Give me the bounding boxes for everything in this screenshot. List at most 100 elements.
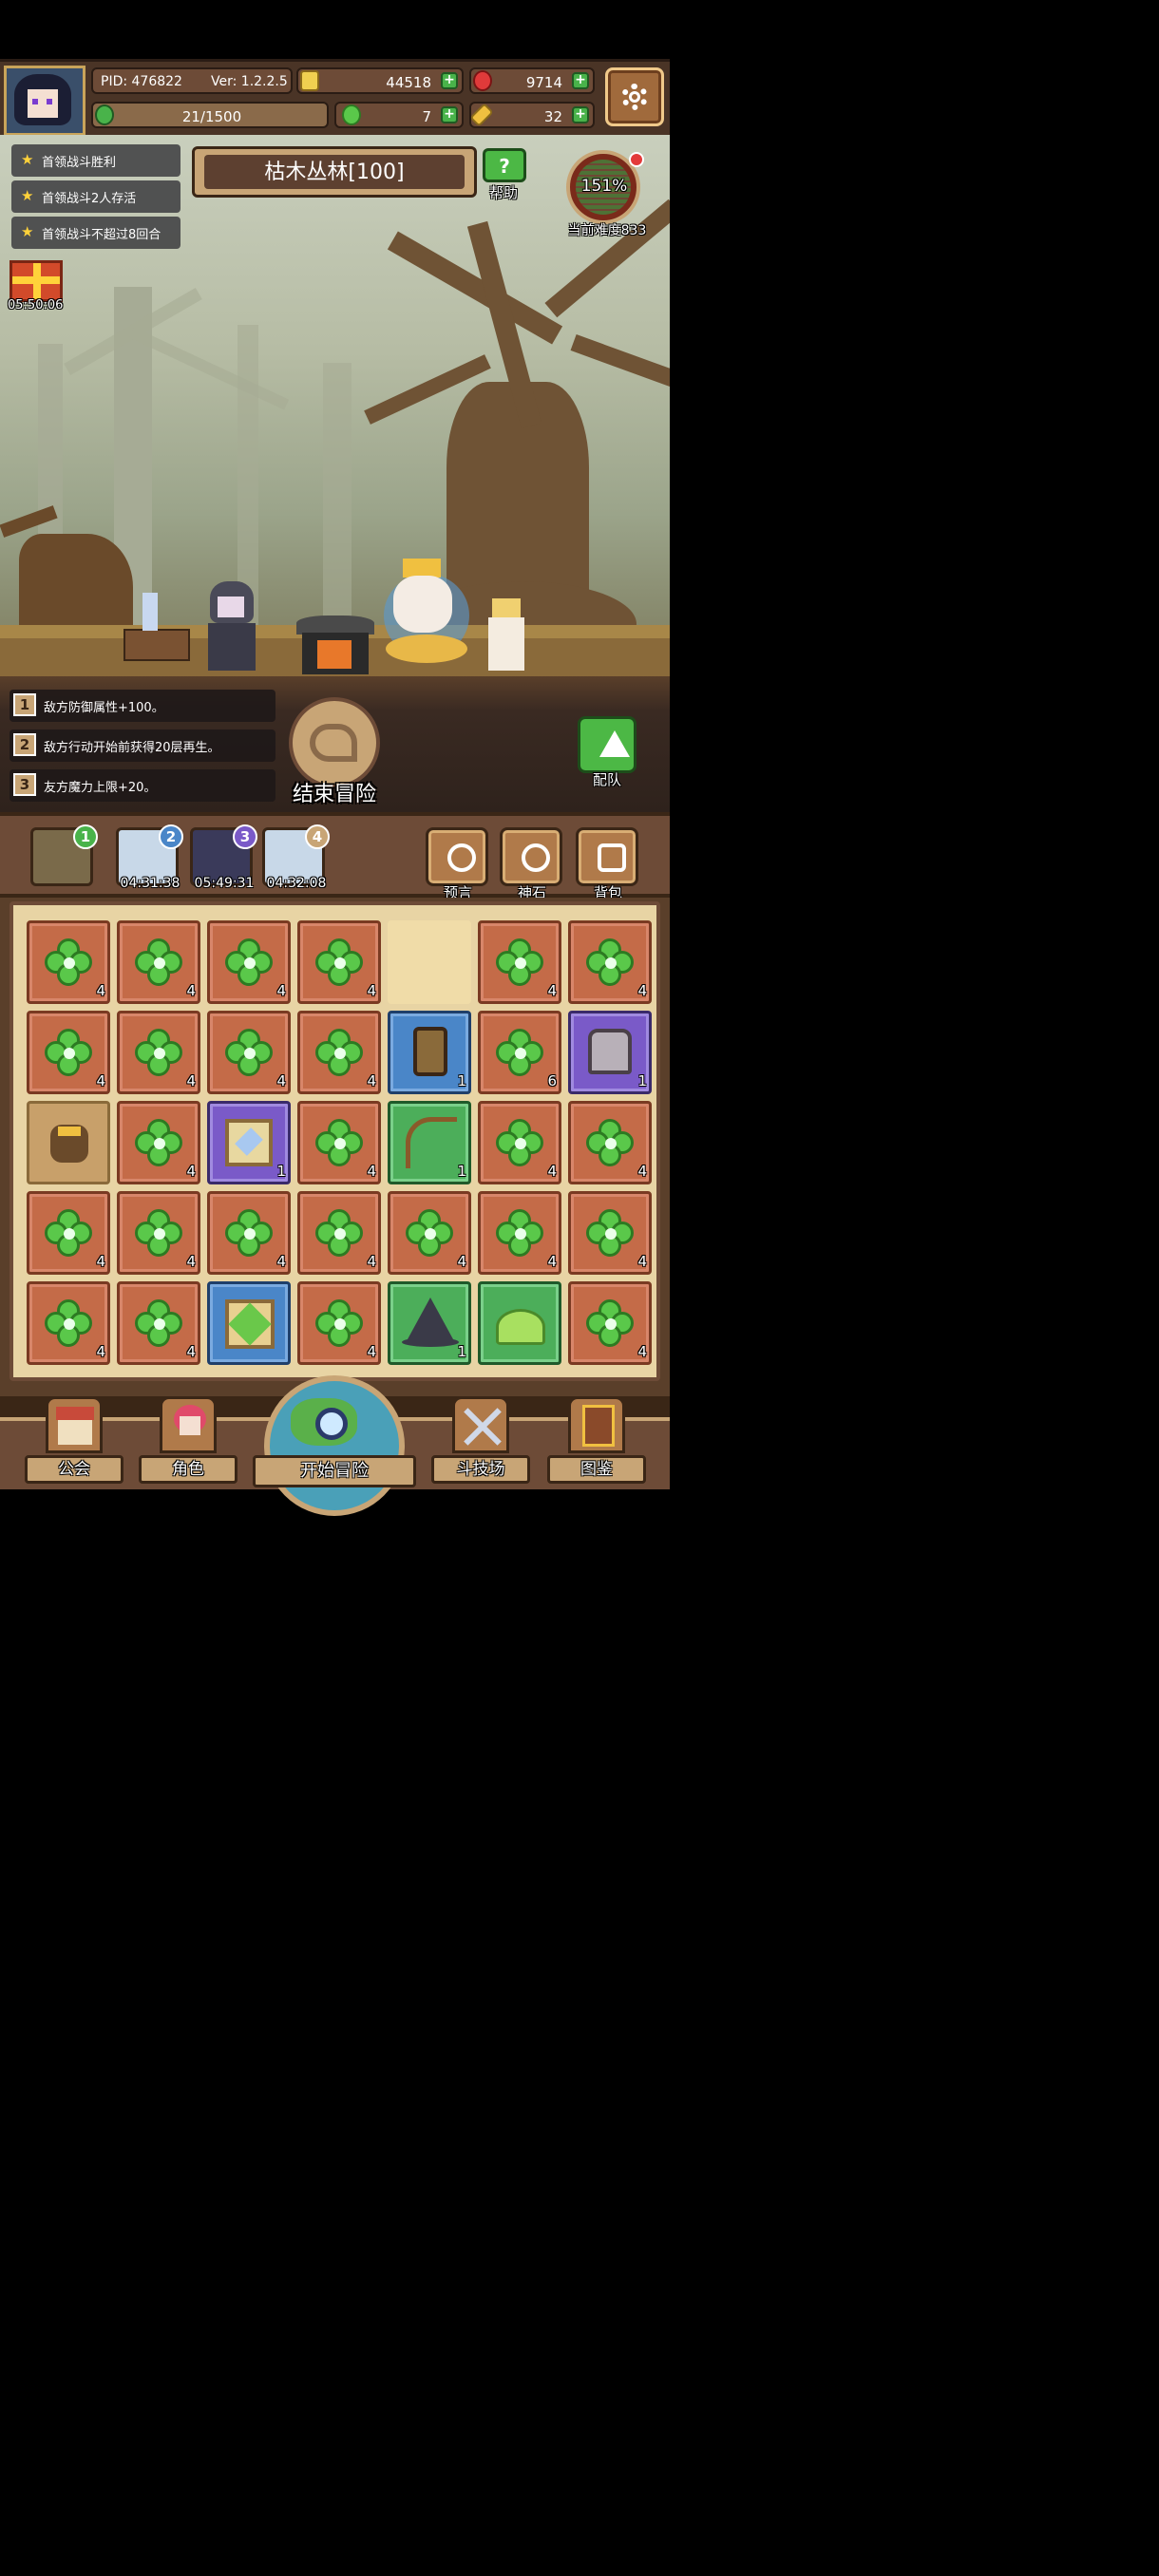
inventory-slot[interactable] (27, 1101, 110, 1184)
inventory-slot[interactable]: 4 (27, 1191, 110, 1275)
add-gold-button[interactable]: + (441, 72, 458, 89)
item-count: 4 (186, 982, 196, 999)
book-icon (568, 1396, 625, 1453)
crate (124, 629, 190, 661)
nav-guild-button[interactable]: 公会 (25, 1396, 124, 1487)
team-icon (599, 730, 630, 757)
item-count: 4 (547, 982, 557, 999)
inventory-slot[interactable]: 4 (27, 1281, 110, 1365)
question-icon: ? (499, 155, 510, 178)
add-clover-button[interactable]: + (441, 106, 458, 123)
inventory-slot[interactable]: 4 (297, 920, 381, 1004)
inventory-slot[interactable]: 1 (388, 1281, 471, 1365)
gift-box-button[interactable] (10, 260, 63, 302)
magnifier-icon (315, 1408, 348, 1440)
inventory-slot[interactable]: 4 (297, 1191, 381, 1275)
settings-button[interactable] (605, 67, 664, 126)
inventory-slot[interactable]: 4 (568, 1191, 652, 1275)
nav-start-adventure-button[interactable]: 开始冒险 (253, 1375, 416, 1516)
empty-slot[interactable] (388, 920, 471, 1004)
inventory-slot[interactable]: 4 (117, 1101, 200, 1184)
clover-icon (315, 1119, 365, 1168)
clover-icon (496, 1209, 545, 1259)
inventory-slot[interactable]: 4 (478, 1101, 561, 1184)
battle-scene: ★ 首领战斗胜利 ★ 首领战斗2人存活 ★ 首领战斗不超过8回合 05:50:0… (0, 135, 670, 676)
bow-icon (406, 1117, 457, 1168)
clover-icon (586, 1209, 636, 1259)
item-count: 4 (186, 1163, 196, 1180)
item-count: 4 (276, 982, 286, 999)
prophecy-button[interactable]: 预言 (424, 827, 492, 901)
inventory-slot[interactable]: 4 (478, 920, 561, 1004)
map-thumbnail[interactable]: 4 04:32:08 (262, 824, 330, 891)
nav-codex-button[interactable]: 图鉴 (547, 1396, 646, 1487)
inventory-slot[interactable]: 4 (478, 1191, 561, 1275)
team-setup-button[interactable]: 配队 (574, 716, 640, 788)
inventory-slot[interactable]: 4 (297, 1281, 381, 1365)
item-count: 4 (547, 1253, 557, 1270)
witch-hat-icon (408, 1297, 453, 1339)
effect-item: 1 敌方防御属性+100。 (10, 690, 276, 722)
add-keys-button[interactable]: + (572, 106, 589, 123)
effect-item: 2 敌方行动开始前获得20层再生。 (10, 729, 276, 762)
inventory-slot[interactable] (207, 1281, 291, 1365)
clover-icon (406, 1209, 455, 1259)
difficulty-label: 当前难度833 (567, 223, 647, 238)
inventory-slot[interactable]: 4 (27, 1011, 110, 1094)
inventory-slot[interactable]: 4 (117, 1011, 200, 1094)
inventory-slot[interactable]: 1 (388, 1011, 471, 1094)
nav-character-button[interactable]: 角色 (139, 1396, 238, 1487)
inventory-slot[interactable]: 1 (568, 1011, 652, 1094)
inventory-slot[interactable]: 4 (117, 1191, 200, 1275)
inventory-slot[interactable]: 4 (568, 920, 652, 1004)
item-count: 1 (457, 1163, 466, 1180)
inventory-slot[interactable]: 1 (207, 1101, 291, 1184)
tiered-cake (483, 598, 540, 674)
clover-icon (225, 938, 275, 988)
key-panel: 32 + (469, 102, 595, 128)
inventory-slot[interactable]: 4 (27, 920, 110, 1004)
help-button[interactable]: ? 帮助 (479, 146, 528, 201)
clover-icon (135, 1209, 184, 1259)
clover-icon (45, 938, 94, 988)
effect-item: 3 友方魔力上限+20。 (10, 769, 276, 802)
end-adventure-button[interactable]: 结束冒险 (281, 695, 388, 809)
inventory-slot[interactable]: 4 (207, 1011, 291, 1094)
bottom-nav: 公会 角色 开始冒险 斗技场 图鉴 (0, 1375, 670, 1516)
clover-icon (586, 1299, 636, 1349)
item-count: 4 (637, 1343, 647, 1360)
inventory-slot[interactable]: 4 (297, 1011, 381, 1094)
player-avatar[interactable] (4, 66, 86, 136)
add-gems-button[interactable]: + (572, 72, 589, 89)
id-panel: PID: 476822 Ver: 1.2.2.5 (91, 67, 293, 94)
clover-icon (586, 938, 636, 988)
gem-amount: 9714 (525, 74, 562, 91)
inventory-slot[interactable]: 4 (117, 920, 200, 1004)
clover-icon (135, 1299, 184, 1349)
bag-button[interactable]: 背包 (574, 827, 642, 901)
queen-character[interactable] (378, 559, 473, 672)
inventory-slot[interactable]: 4 (388, 1191, 471, 1275)
dark-knight-character[interactable] (195, 581, 267, 672)
inventory-slot[interactable] (478, 1281, 561, 1365)
inventory-slot[interactable]: 6 (478, 1011, 561, 1094)
item-count: 4 (637, 1253, 647, 1270)
inventory-slot[interactable]: 1 (388, 1101, 471, 1184)
map-thumbnail[interactable]: 2 04:31:38 (116, 824, 183, 891)
godstone-icon (522, 843, 550, 872)
nav-arena-button[interactable]: 斗技场 (431, 1396, 530, 1487)
map-timer: 05:49:31 (194, 876, 255, 891)
gold-amount: 44518 (386, 74, 431, 91)
inventory-slot[interactable]: 4 (207, 920, 291, 1004)
map-thumbnail[interactable]: 1 (30, 824, 98, 886)
inventory-slot[interactable]: 4 (297, 1101, 381, 1184)
inventory-slot[interactable]: 4 (568, 1101, 652, 1184)
difficulty-button[interactable]: 151% (562, 144, 648, 230)
inventory-slot[interactable]: 4 (568, 1281, 652, 1365)
godstone-button[interactable]: 神石 (498, 827, 566, 901)
inventory-slot[interactable]: 4 (117, 1281, 200, 1365)
map-thumbnail[interactable]: 3 05:49:31 (190, 824, 257, 891)
inventory-slot[interactable]: 4 (207, 1191, 291, 1275)
stage-title: 枯木丛林[100] (264, 161, 405, 184)
clover-icon (225, 1209, 275, 1259)
